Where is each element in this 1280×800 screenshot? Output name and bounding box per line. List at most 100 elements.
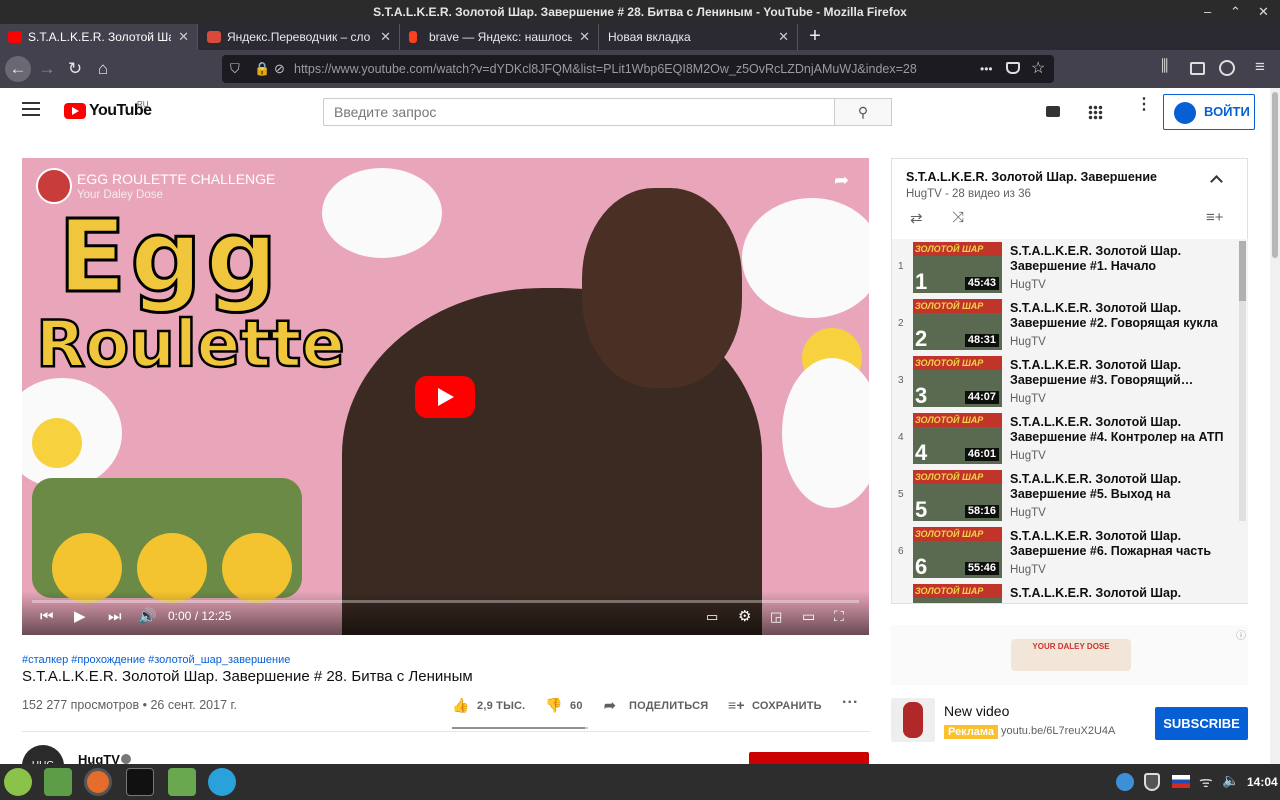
playlist-item-channel[interactable]: HugTV bbox=[1010, 507, 1046, 519]
library-icon[interactable]: ⫼ bbox=[1161, 58, 1168, 76]
hamburger-menu-icon[interactable] bbox=[22, 102, 40, 116]
video-player[interactable]: EGG ROULETTE CHALLENGE Your Daley Dose ➦… bbox=[22, 158, 869, 635]
sidebar-icon[interactable] bbox=[1190, 62, 1205, 75]
playlist-item-channel[interactable]: HugTV bbox=[1010, 564, 1046, 576]
tab-new[interactable]: Новая вкладка ✕ bbox=[600, 24, 798, 50]
playlist-item-title[interactable]: S.T.A.L.K.E.R. Золотой Шар. Завершение #… bbox=[1010, 529, 1225, 559]
subscribe-channel-button[interactable]: ПОДПИСАТЬСЯ bbox=[749, 752, 869, 764]
mint-menu-icon[interactable] bbox=[4, 768, 32, 796]
reload-button[interactable]: ↻ bbox=[62, 56, 88, 82]
settings-more-icon[interactable]: ⋮ bbox=[1136, 97, 1152, 113]
like-count[interactable]: 2,9 ТЫС. bbox=[477, 700, 525, 712]
tab-youtube[interactable]: S.T.A.L.K.E.R. Золотой Шар ✕ bbox=[0, 24, 198, 50]
ad-subscribe-button[interactable]: SUBSCRIBE bbox=[1155, 707, 1248, 740]
ad-thumbnail[interactable] bbox=[891, 698, 935, 742]
playlist-item-title[interactable]: S.T.A.L.K.E.R. Золотой Шар. Завершение #… bbox=[1010, 586, 1225, 603]
firefox-launcher-icon[interactable] bbox=[84, 768, 112, 796]
lock-icon[interactable]: 🔒 bbox=[254, 55, 270, 83]
playlist-item-channel[interactable]: HugTV bbox=[1010, 336, 1046, 348]
home-button[interactable]: ⌂ bbox=[90, 56, 116, 82]
search-button[interactable]: ⚲ bbox=[834, 98, 892, 126]
ad-url[interactable]: youtu.be/6L7reuX2U4A bbox=[1001, 725, 1115, 737]
playlist-item-channel[interactable]: HugTV bbox=[1010, 450, 1046, 462]
ad-banner[interactable]: YOUR DALEY DOSE ⓘ bbox=[891, 625, 1248, 685]
pocket-icon[interactable] bbox=[1006, 62, 1020, 74]
wifi-icon[interactable]: ᯤ bbox=[1199, 772, 1213, 792]
play-icon[interactable]: ▶ bbox=[74, 607, 86, 625]
playlist-item-channel[interactable]: HugTV bbox=[1010, 279, 1046, 291]
playlist-item[interactable]: 3 ЗОЛОТОЙ ШАР 3 44:07 S.T.A.L.K.E.R. Золотой… bbox=[892, 353, 1237, 410]
play-large-button[interactable] bbox=[415, 376, 475, 418]
keyboard-layout-icon[interactable] bbox=[1172, 775, 1190, 788]
terminal-launcher-icon[interactable] bbox=[126, 768, 154, 796]
video-hashtags[interactable]: #сталкер #прохождение #золотой_шар_завер… bbox=[22, 654, 290, 666]
new-tab-button[interactable]: + bbox=[804, 24, 826, 50]
more-actions-icon[interactable]: ··· bbox=[842, 694, 859, 712]
page-scrollbar[interactable] bbox=[1270, 88, 1280, 764]
playlist-item[interactable]: 2 ЗОЛОТОЙ ШАР 2 48:31 S.T.A.L.K.E.R. Золотой… bbox=[892, 296, 1237, 353]
like-icon[interactable]: 👍 bbox=[452, 697, 470, 714]
playlist-item-thumbnail[interactable]: ЗОЛОТОЙ ШАР 3 44:07 bbox=[913, 356, 1002, 407]
ad-title[interactable]: New video bbox=[944, 703, 1009, 719]
playlist-item-title[interactable]: S.T.A.L.K.E.R. Золотой Шар. Завершение #… bbox=[1010, 415, 1225, 445]
progress-bar[interactable] bbox=[32, 600, 859, 603]
dislike-icon[interactable]: 👎 bbox=[545, 697, 563, 714]
minimize-icon[interactable]: – bbox=[1204, 0, 1211, 24]
playlist-scrollbar[interactable] bbox=[1239, 241, 1246, 521]
url-bar[interactable]: ⛉ 🔒 ⊘ https://www.youtube.com/watch?v=dY… bbox=[222, 55, 1054, 83]
menu-icon[interactable]: ≡ bbox=[1255, 57, 1265, 77]
create-video-icon[interactable] bbox=[1046, 106, 1060, 117]
playlist-item-thumbnail[interactable]: ЗОЛОТОЙ ШАР 5 58:16 bbox=[913, 470, 1002, 521]
permissions-icon[interactable]: ⊘ bbox=[274, 55, 285, 83]
shield-tray-icon[interactable] bbox=[1144, 773, 1160, 791]
close-tab-icon[interactable]: ✕ bbox=[778, 24, 789, 50]
playlist-item[interactable]: ЗОЛОТОЙ ШАР S.T.A.L.K.E.R. Золотой Шар. З… bbox=[892, 581, 1237, 603]
playlist-item-channel[interactable]: HugTV bbox=[1010, 393, 1046, 405]
next-icon[interactable]: ⏭ bbox=[108, 608, 122, 625]
page-actions-icon[interactable]: ••• bbox=[980, 56, 993, 82]
playlist-item-title[interactable]: S.T.A.L.K.E.R. Золотой Шар. Завершение #… bbox=[1010, 358, 1225, 388]
playlist-item[interactable]: 4 ЗОЛОТОЙ ШАР 4 46:01 S.T.A.L.K.E.R. Золотой… bbox=[892, 410, 1237, 467]
share-icon[interactable]: ➦ bbox=[604, 697, 616, 714]
channel-avatar[interactable]: HUG bbox=[22, 745, 64, 764]
shield-icon[interactable]: ⛉ bbox=[230, 55, 240, 83]
loop-icon[interactable]: ⇄ bbox=[910, 209, 923, 227]
apps-grid-icon[interactable] bbox=[1088, 105, 1103, 120]
files-launcher-icon[interactable] bbox=[168, 768, 196, 796]
channel-name[interactable]: HugTV bbox=[78, 752, 120, 764]
playlist-item[interactable]: 5 ЗОЛОТОЙ ШАР 5 58:16 S.T.A.L.K.E.R. Золотой… bbox=[892, 467, 1237, 524]
youtube-logo-icon[interactable] bbox=[64, 103, 86, 119]
playlist-item-thumbnail[interactable]: ЗОЛОТОЙ ШАР 1 45:43 bbox=[913, 242, 1002, 293]
close-tab-icon[interactable]: ✕ bbox=[178, 24, 189, 50]
playlist-item-title[interactable]: S.T.A.L.K.E.R. Золотой Шар. Завершение #… bbox=[1010, 472, 1225, 502]
playlist-item-thumbnail[interactable]: ЗОЛОТОЙ ШАР bbox=[913, 584, 1002, 603]
theater-mode-icon[interactable]: ▭ bbox=[802, 608, 815, 625]
playlist-item-title[interactable]: S.T.A.L.K.E.R. Золотой Шар. Завершение #… bbox=[1010, 301, 1225, 331]
account-icon[interactable] bbox=[1219, 60, 1235, 76]
miniplayer-icon[interactable]: ◲ bbox=[770, 609, 782, 625]
playlist-item-thumbnail[interactable]: ЗОЛОТОЙ ШАР 4 46:01 bbox=[913, 413, 1002, 464]
share-arrow-icon[interactable]: ➦ bbox=[834, 170, 849, 191]
volume-icon[interactable]: 🔊 bbox=[138, 607, 157, 625]
playlist-item-title[interactable]: S.T.A.L.K.E.R. Золотой Шар. Завершение #… bbox=[1010, 244, 1225, 274]
ad-info-icon[interactable]: ⓘ bbox=[1236, 627, 1246, 642]
search-input[interactable]: Введите запрос bbox=[323, 98, 835, 126]
save-button[interactable]: СОХРАНИТЬ bbox=[752, 700, 822, 712]
playlist-item[interactable]: 6 ЗОЛОТОЙ ШАР 6 55:46 S.T.A.L.K.E.R. Золотой… bbox=[892, 524, 1237, 581]
share-button[interactable]: ПОДЕЛИТЬСЯ bbox=[629, 700, 708, 712]
previous-icon[interactable]: ⏮ bbox=[40, 608, 54, 625]
close-window-icon[interactable]: ✕ bbox=[1258, 0, 1269, 24]
bookmark-star-icon[interactable]: ☆ bbox=[1031, 58, 1045, 78]
playlist-item-thumbnail[interactable]: ЗОЛОТОЙ ШАР 6 55:46 bbox=[913, 527, 1002, 578]
playlist-item-thumbnail[interactable]: ЗОЛОТОЙ ШАР 2 48:31 bbox=[913, 299, 1002, 350]
back-button[interactable]: ← bbox=[5, 56, 31, 82]
settings-gear-icon[interactable]: ⚙ bbox=[738, 607, 751, 625]
save-playlist-icon[interactable]: ≡+ bbox=[1206, 209, 1224, 226]
show-desktop-icon[interactable] bbox=[44, 768, 72, 796]
telegram-launcher-icon[interactable] bbox=[208, 768, 236, 796]
close-tab-icon[interactable]: ✕ bbox=[579, 24, 590, 50]
save-playlist-icon[interactable]: ≡+ bbox=[728, 697, 745, 713]
playlist-item[interactable]: 1 ЗОЛОТОЙ ШАР 1 45:43 S.T.A.L.K.E.R. Золотой… bbox=[892, 239, 1237, 296]
update-manager-icon[interactable] bbox=[1116, 773, 1134, 791]
shuffle-icon[interactable]: ⤨ bbox=[952, 209, 964, 226]
